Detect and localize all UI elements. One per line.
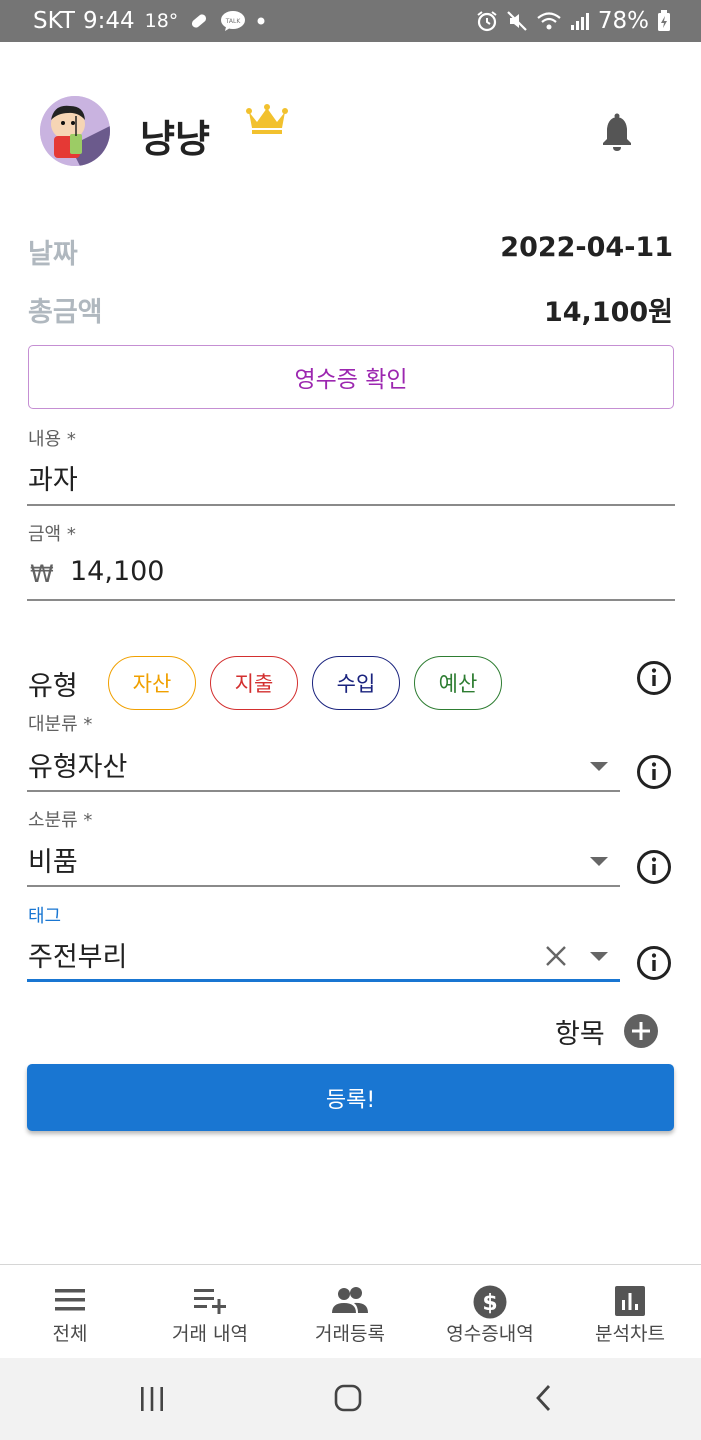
type-info-icon[interactable] — [636, 660, 672, 696]
carrier-text: SKT — [33, 8, 75, 34]
major-category-label: 대분류 * — [28, 714, 93, 735]
system-navigation-bar — [0, 1358, 701, 1440]
clear-tag-icon[interactable] — [543, 943, 569, 969]
crown-icon — [246, 104, 288, 134]
chip-budget-label: 예산 — [438, 672, 478, 696]
playlist-add-icon — [194, 1289, 226, 1314]
battery-charging-icon — [657, 10, 671, 32]
total-label: 총금액 — [28, 297, 103, 328]
bar-chart-icon — [615, 1286, 645, 1316]
bell-icon[interactable] — [600, 113, 634, 151]
home-icon[interactable] — [333, 1383, 363, 1413]
minor-category-dropdown-icon[interactable] — [590, 857, 608, 866]
bottom-navigation: 전체 거래 내역 거래등록 $ 영수증내역 분석차트 — [0, 1264, 701, 1358]
avatar[interactable] — [40, 96, 110, 166]
chip-budget[interactable]: 예산 — [414, 656, 502, 710]
minor-category-label: 소분류 * — [28, 810, 93, 831]
amount-label: 금액 * — [28, 524, 76, 545]
major-category-select[interactable]: 유형자산 — [28, 745, 127, 784]
nav-item-analytics[interactable]: 분석차트 — [560, 1265, 700, 1359]
currency-symbol: ₩ — [30, 560, 54, 588]
wifi-icon — [536, 10, 562, 32]
chip-asset[interactable]: 자산 — [108, 656, 196, 710]
battery-text: 78% — [597, 8, 649, 34]
people-icon — [332, 1287, 368, 1313]
notification-dot-icon — [256, 16, 266, 26]
signal-icon — [570, 11, 590, 31]
nav-item-all[interactable]: 전체 — [0, 1265, 140, 1359]
status-bar: SKT 9:44 18° TALK 78% — [0, 0, 701, 42]
minor-category-info-icon[interactable] — [636, 849, 672, 885]
status-right: 78% — [476, 8, 671, 34]
recent-apps-icon[interactable] — [138, 1385, 166, 1413]
chip-asset-label: 자산 — [132, 672, 172, 696]
chip-income-label: 수입 — [336, 672, 376, 696]
nav-item-receipts[interactable]: $ 영수증내역 — [420, 1265, 560, 1359]
date-value: 2022-04-11 — [500, 232, 673, 263]
tag-input[interactable]: 주전부리 — [28, 935, 127, 974]
username: 냥냥 — [140, 117, 210, 161]
chip-income[interactable]: 수입 — [312, 656, 400, 710]
content-input[interactable]: 과자 — [28, 458, 78, 497]
major-category-underline — [27, 790, 620, 792]
avatar-illustration-icon — [40, 96, 110, 166]
content-underline — [27, 504, 675, 506]
temperature-text: 18° — [144, 10, 179, 32]
nav-label-receipts: 영수증내역 — [446, 1323, 534, 1345]
nav-label-transactions: 거래 내역 — [172, 1323, 248, 1345]
major-category-dropdown-icon[interactable] — [590, 762, 608, 771]
tag-underline — [27, 979, 620, 982]
dollar-icon: $ — [473, 1285, 507, 1319]
tag-label: 태그 — [28, 906, 62, 927]
alarm-icon — [476, 10, 498, 32]
nav-item-register[interactable]: 거래등록 — [280, 1265, 420, 1359]
pill-icon — [188, 10, 210, 32]
amount-input[interactable]: 14,100 — [70, 556, 164, 587]
tag-info-icon[interactable] — [636, 945, 672, 981]
total-value: 14,100원 — [543, 297, 673, 328]
nav-item-transactions[interactable]: 거래 내역 — [140, 1265, 280, 1359]
date-label: 날짜 — [28, 239, 78, 270]
major-category-info-icon[interactable] — [636, 754, 672, 790]
svg-text:TALK: TALK — [225, 18, 242, 25]
add-item-label[interactable]: 항목 — [555, 1012, 605, 1051]
status-left: SKT 9:44 18° TALK — [33, 8, 266, 34]
clock-text: 9:44 — [82, 8, 135, 34]
add-item-icon[interactable] — [623, 1013, 659, 1049]
talk-icon: TALK — [220, 10, 246, 32]
svg-text:$: $ — [482, 1291, 497, 1316]
amount-underline — [27, 599, 675, 601]
minor-category-underline — [27, 885, 620, 887]
nav-label-analytics: 분석차트 — [595, 1323, 665, 1345]
content-label: 내용 * — [28, 429, 76, 450]
type-label: 유형 — [28, 671, 78, 702]
back-icon[interactable] — [533, 1383, 555, 1413]
nav-label-register: 거래등록 — [315, 1323, 385, 1345]
nav-label-all: 전체 — [52, 1323, 88, 1345]
receipt-confirm-button[interactable]: 영수증 확인 — [28, 345, 674, 409]
tag-dropdown-icon[interactable] — [590, 952, 608, 961]
chip-expense[interactable]: 지출 — [210, 656, 298, 710]
minor-category-select[interactable]: 비품 — [28, 840, 78, 879]
chip-expense-label: 지출 — [234, 672, 274, 696]
submit-button[interactable]: 등록! — [27, 1064, 674, 1131]
mute-icon — [506, 10, 528, 32]
menu-icon — [55, 1289, 85, 1311]
